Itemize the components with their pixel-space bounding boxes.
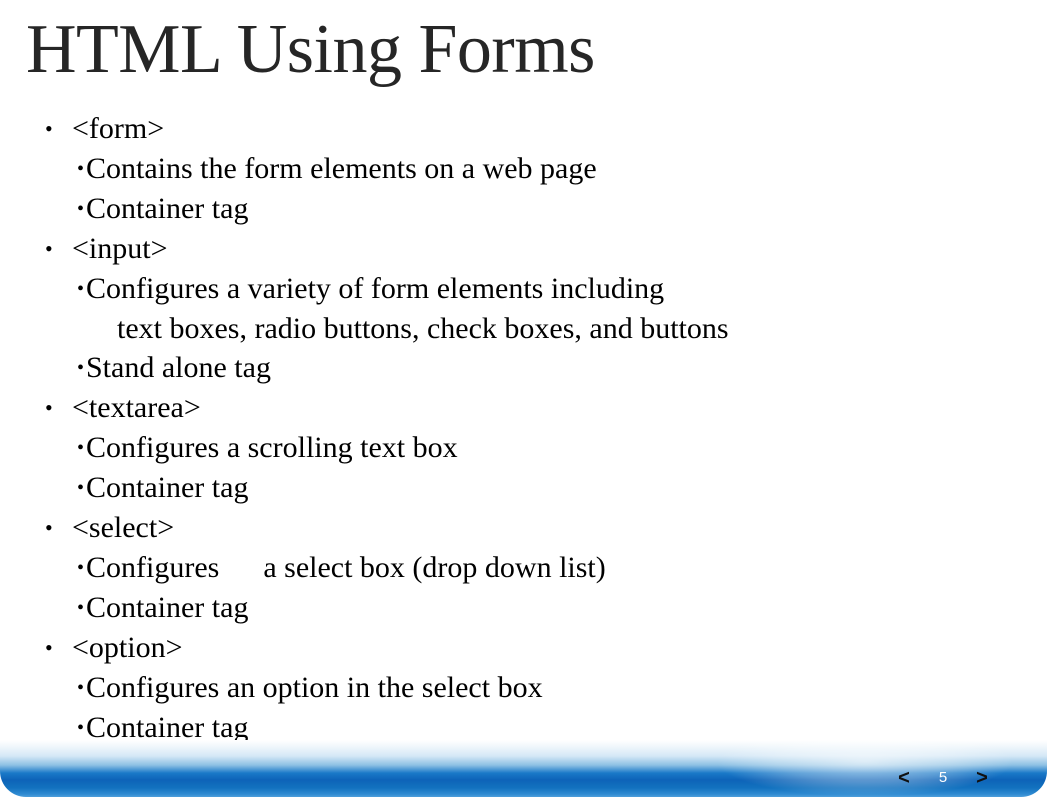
bullet-continuation-line: text boxes, radio buttons, check boxes, … <box>0 309 1020 348</box>
bullet-level2: •Configures an option in the select box <box>0 668 1020 708</box>
bullet-marker-icon: • <box>77 677 85 699</box>
bullet-level2: •Configures a scrolling text box <box>0 428 1020 468</box>
bullet-level1: • <select> <box>0 508 1020 548</box>
bullet-marker-icon: • <box>77 278 85 300</box>
bullet-marker-icon: • <box>45 635 53 660</box>
bullet-marker-icon: • <box>77 477 85 499</box>
bullet-level2: •Configures a select box (drop down list) <box>0 548 1020 588</box>
bullet-marker-icon: • <box>77 357 85 379</box>
bullet-level2: •Container tag <box>0 468 1020 508</box>
bullet-text-before-gap: Configures <box>86 551 220 584</box>
page-title: HTML Using Forms <box>26 11 595 88</box>
bullet-marker-icon: • <box>45 116 53 141</box>
bullet-marker-icon: • <box>45 236 53 261</box>
bullet-text: text boxes, radio buttons, check boxes, … <box>117 312 729 345</box>
bullet-text: Contains the form elements on a web page <box>86 152 597 185</box>
bullet-text: Container tag <box>86 591 249 624</box>
bullet-marker-icon: • <box>77 437 85 459</box>
bullet-level1: • <textarea> <box>0 388 1020 428</box>
next-slide-button[interactable]: > <box>971 766 993 790</box>
bullet-level2: •Container tag <box>0 189 1020 229</box>
bullet-level1: • <form> <box>0 109 1020 149</box>
slide-number-label: 5 <box>938 769 948 786</box>
bullet-level1: • <input> <box>0 229 1020 269</box>
bullet-level2: •Stand alone tag <box>0 348 1020 388</box>
bullet-text: <form> <box>72 112 165 145</box>
bullet-marker-icon: • <box>77 158 85 180</box>
previous-slide-button[interactable]: < <box>893 766 915 790</box>
bullet-marker-icon: • <box>77 597 85 619</box>
bullet-level2: •Contains the form elements on a web pag… <box>0 149 1020 189</box>
bullet-text: <option> <box>72 631 183 664</box>
slide-canvas: HTML Using Forms • <form> •Contains the f… <box>0 0 1062 797</box>
bullet-text: <textarea> <box>72 391 201 424</box>
bullet-marker-icon: • <box>77 198 85 220</box>
bullet-level2: •Configures a variety of form elements i… <box>0 269 1020 309</box>
bullet-text: Stand alone tag <box>86 351 271 384</box>
bullet-text: Container tag <box>86 192 249 225</box>
bullet-marker-icon: • <box>45 515 53 540</box>
slide-body: • <form> •Contains the form elements on a… <box>0 109 1020 748</box>
bullet-text: Container tag <box>86 471 249 504</box>
bullet-marker-icon: • <box>77 557 85 579</box>
navbar-background <box>0 740 1047 797</box>
bullet-level2: •Container tag <box>0 588 1020 628</box>
navigation-controls: < 5 > <box>893 763 993 793</box>
bullet-text: Configures an option in the select box <box>86 671 543 704</box>
bullet-text: Configures a variety of form elements in… <box>86 272 665 305</box>
bullet-text-after-gap: a select box (drop down list) <box>263 551 606 584</box>
bullet-level1: • <option> <box>0 628 1020 668</box>
bullet-marker-icon: • <box>45 395 53 420</box>
bullet-text: Configures a scrolling text box <box>86 431 458 464</box>
bullet-text: <select> <box>72 511 175 544</box>
bullet-text: <input> <box>72 232 168 265</box>
